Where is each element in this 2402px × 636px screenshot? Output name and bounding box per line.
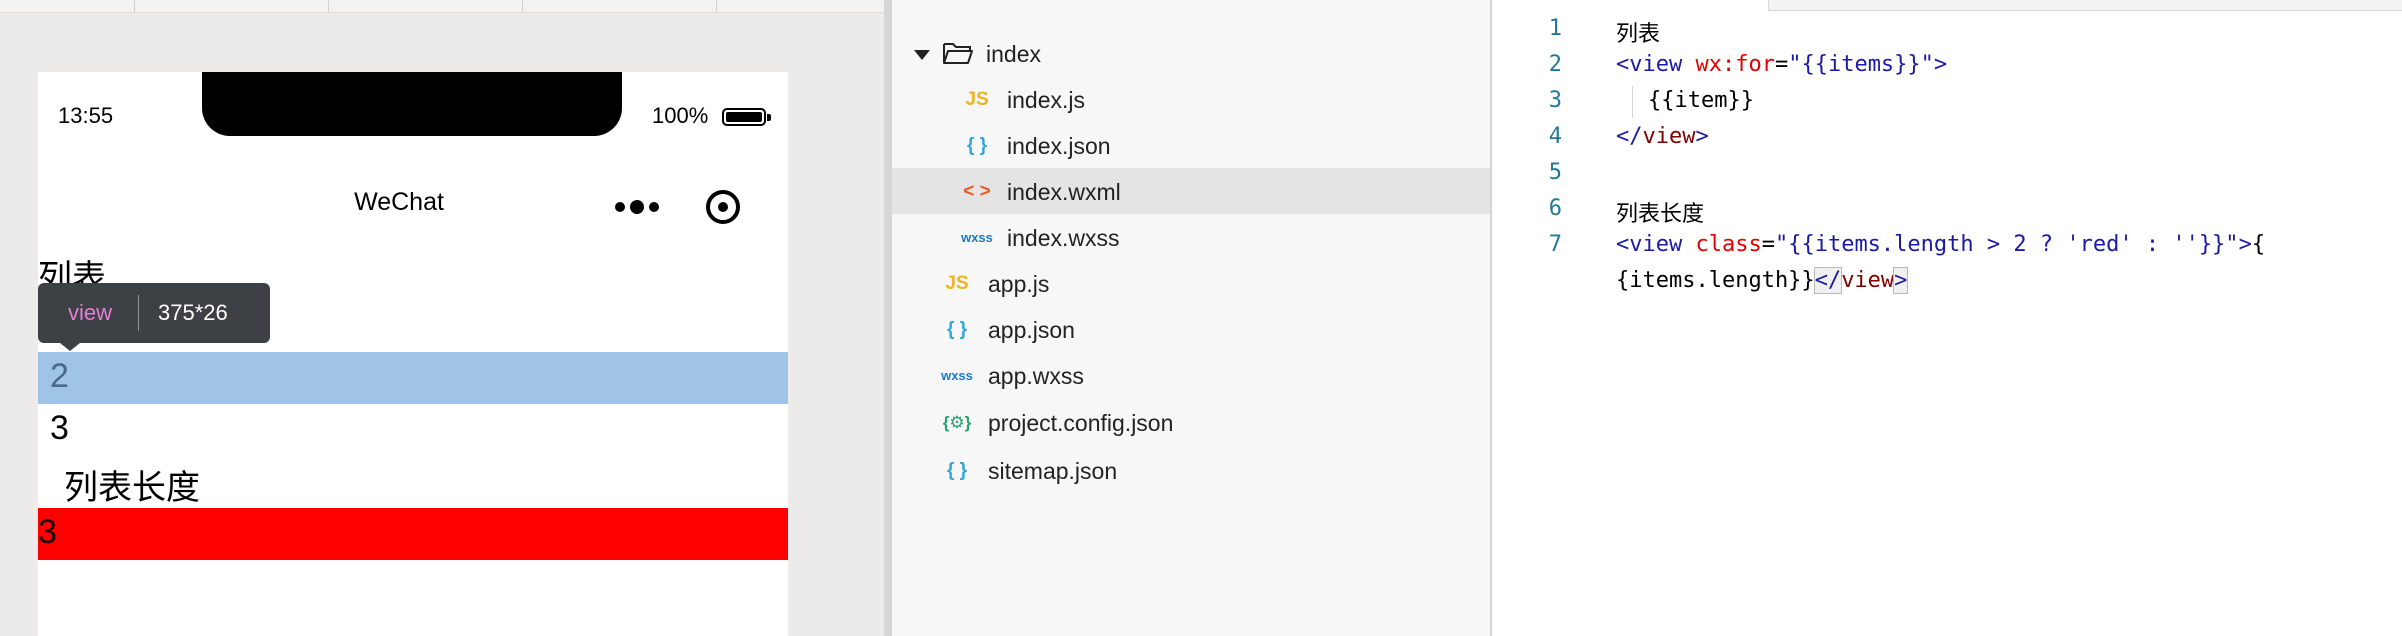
line-number: 2 <box>1548 52 1562 77</box>
tree-file-app-js[interactable]: JS app.js <box>892 260 1490 306</box>
line-number: 3 <box>1548 88 1562 113</box>
tree-file-index-wxml[interactable]: < > index.wxml <box>892 168 1490 214</box>
tree-item-label: app.wxss <box>988 363 1084 389</box>
inspector-divider <box>138 295 139 331</box>
tree-file-index-wxss[interactable]: wxss index.wxss <box>892 214 1490 260</box>
tree-file-project-config[interactable]: {⚙} project.config.json <box>892 399 1490 445</box>
wxss-file-icon: wxss <box>961 230 993 245</box>
js-file-icon: JS <box>945 273 969 294</box>
folder-open-icon <box>943 43 973 64</box>
more-dots-icon[interactable] <box>615 198 661 218</box>
phone-notch <box>202 72 622 136</box>
tree-file-sitemap-json[interactable]: { } sitemap.json <box>892 447 1490 493</box>
code-line: </view> <box>1616 124 1709 149</box>
editor-tab-active[interactable] <box>1492 0 1769 11</box>
status-battery-percent: 100% <box>652 103 709 128</box>
tree-item-label: index.wxml <box>1007 179 1121 205</box>
line-number: 7 <box>1548 232 1562 257</box>
inspector-tooltip-arrow <box>60 343 80 351</box>
code-editor[interactable]: 1 2 3 4 5 6 7 列表 <view wx:for="{{items}}… <box>1492 0 2402 636</box>
line-number: 1 <box>1548 16 1562 41</box>
indent-guide <box>1632 86 1633 118</box>
file-explorer: index JS index.js { } index.json < > ind… <box>892 0 1490 636</box>
tree-file-app-wxss[interactable]: wxss app.wxss <box>892 352 1490 398</box>
length-row-red <box>38 508 788 560</box>
length-value: 3 <box>38 513 57 551</box>
toolbar-divider <box>328 0 329 12</box>
tree-item-label: index.json <box>1007 133 1111 159</box>
line-number: 5 <box>1548 160 1562 185</box>
tree-item-label: index <box>986 41 1041 67</box>
inspector-tag: view <box>68 300 113 325</box>
tree-item-label: app.js <box>988 271 1050 297</box>
tree-item-label: project.config.json <box>988 410 1174 436</box>
tree-item-label: index.js <box>1007 87 1085 113</box>
tree-item-label: sitemap.json <box>988 458 1118 484</box>
simulator-panel: 13:55 100% WeChat 列表 1 2 3 列表长度 3 view 3… <box>0 0 884 636</box>
status-time: 13:55 <box>58 103 114 128</box>
length-label: 列表长度 <box>64 469 200 507</box>
tree-file-app-json[interactable]: { } app.json <box>892 306 1490 352</box>
phone-screen[interactable]: 13:55 100% WeChat 列表 1 2 3 列表长度 3 view 3… <box>38 72 788 636</box>
code-line: 列表 <box>1616 22 1661 47</box>
nav-bar-title: WeChat <box>354 188 444 216</box>
config-file-icon: {⚙} <box>942 413 972 432</box>
json-file-icon: { } <box>966 135 988 156</box>
json-file-icon: { } <box>946 460 968 481</box>
toolbar-divider <box>522 0 523 12</box>
battery-cap <box>767 114 771 121</box>
battery-icon <box>722 108 766 126</box>
list-item: 3 <box>50 409 69 447</box>
simulator-toolbar <box>0 0 884 13</box>
tree-file-index-json[interactable]: { } index.json <box>892 122 1490 168</box>
json-file-icon: { } <box>946 319 968 340</box>
line-number: 6 <box>1548 196 1562 221</box>
wxss-file-icon: wxss <box>941 368 973 383</box>
code-line: <view class="{{items.length > 2 ? 'red' … <box>1616 232 2266 257</box>
code-line: 列表长度 <box>1616 202 1705 227</box>
line-number: 4 <box>1548 124 1562 149</box>
inspector-tooltip: view 375*26 <box>38 283 270 343</box>
pane-splitter[interactable] <box>884 0 892 636</box>
js-file-icon: JS <box>965 89 989 110</box>
toolbar-divider <box>716 0 717 12</box>
inspected-view-highlight <box>38 352 788 404</box>
tree-item-label: app.json <box>988 317 1075 343</box>
tree-folder-index[interactable]: index <box>892 30 1490 76</box>
tree-item-label: index.wxss <box>1007 225 1120 251</box>
tree-file-index-js[interactable]: JS index.js <box>892 76 1490 122</box>
code-line: <view wx:for="{{items}}"> <box>1616 52 1948 77</box>
inspector-size: 375*26 <box>158 300 228 325</box>
capsule-close-icon[interactable] <box>706 190 740 224</box>
chevron-down-icon[interactable] <box>914 50 930 60</box>
code-line-wrapped: {items.length}}</view> <box>1616 267 1909 294</box>
toolbar-divider <box>134 0 135 12</box>
wxml-file-icon: < > <box>963 181 991 202</box>
list-item: 2 <box>50 357 69 395</box>
code-line: {{item}} <box>1648 88 1754 113</box>
